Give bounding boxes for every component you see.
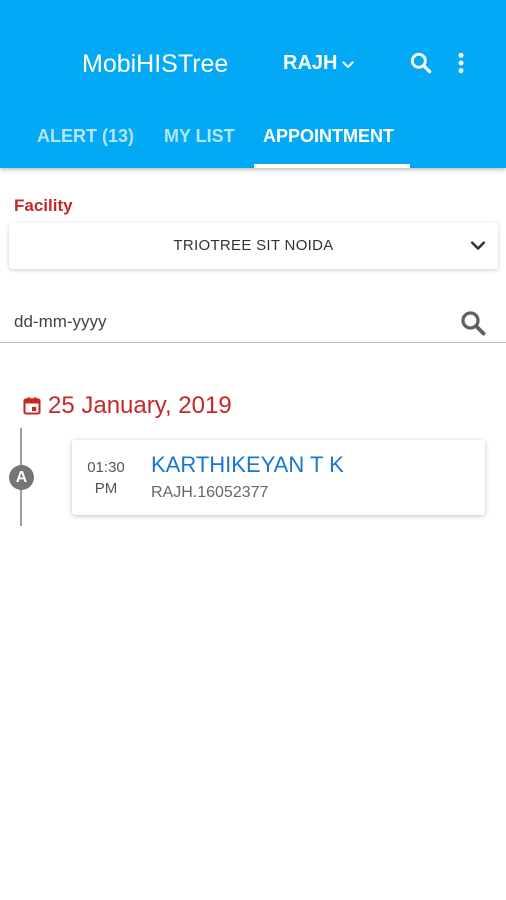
chevron-down-icon	[470, 241, 486, 250]
search-icon[interactable]	[408, 50, 434, 76]
facility-select[interactable]: TRIOTREE SIT NOIDA	[9, 223, 498, 269]
appointment-time-meridiem: PM	[94, 480, 118, 497]
facility-select-value: TRIOTREE SIT NOIDA	[173, 237, 334, 254]
app-title: MobiHISTree	[82, 50, 229, 78]
appointment-date-header: 25 January, 2019	[22, 392, 232, 420]
appointment-time: 01:30 PM	[80, 457, 132, 499]
chevron-down-icon	[342, 61, 355, 68]
tab-bar: ALERT (13) MY LIST APPOINTMENT	[0, 112, 506, 168]
tab-indicator	[254, 164, 410, 168]
date-input[interactable]: dd-mm-yyyy	[0, 300, 506, 343]
facility-code-dropdown[interactable]: RAJH	[283, 52, 356, 75]
facility-code-label: RAJH	[283, 52, 338, 74]
patient-id: RAJH.16052377	[151, 484, 269, 501]
appointment-card[interactable]: 01:30 PM KARTHIKEYAN T K RAJH.16052377	[72, 440, 485, 515]
patient-name: KARTHIKEYAN T K	[151, 452, 344, 477]
app-bar: MobiHISTree RAJH ALERT (13) MY LIST APPO…	[0, 0, 506, 168]
tab-my-list[interactable]: MY LIST	[164, 112, 235, 168]
date-input-placeholder: dd-mm-yyyy	[14, 312, 107, 331]
tab-appointment[interactable]: APPOINTMENT	[263, 112, 394, 168]
search-icon[interactable]	[458, 308, 488, 338]
tab-alert[interactable]: ALERT (13)	[37, 112, 134, 168]
timeline-badge: A	[9, 465, 34, 490]
appointment-time-value: 01:30	[87, 459, 125, 476]
more-vert-icon[interactable]	[448, 50, 474, 76]
calendar-icon	[23, 397, 41, 415]
facility-label: Facility	[14, 196, 73, 215]
appointment-date: 25 January, 2019	[48, 392, 232, 419]
